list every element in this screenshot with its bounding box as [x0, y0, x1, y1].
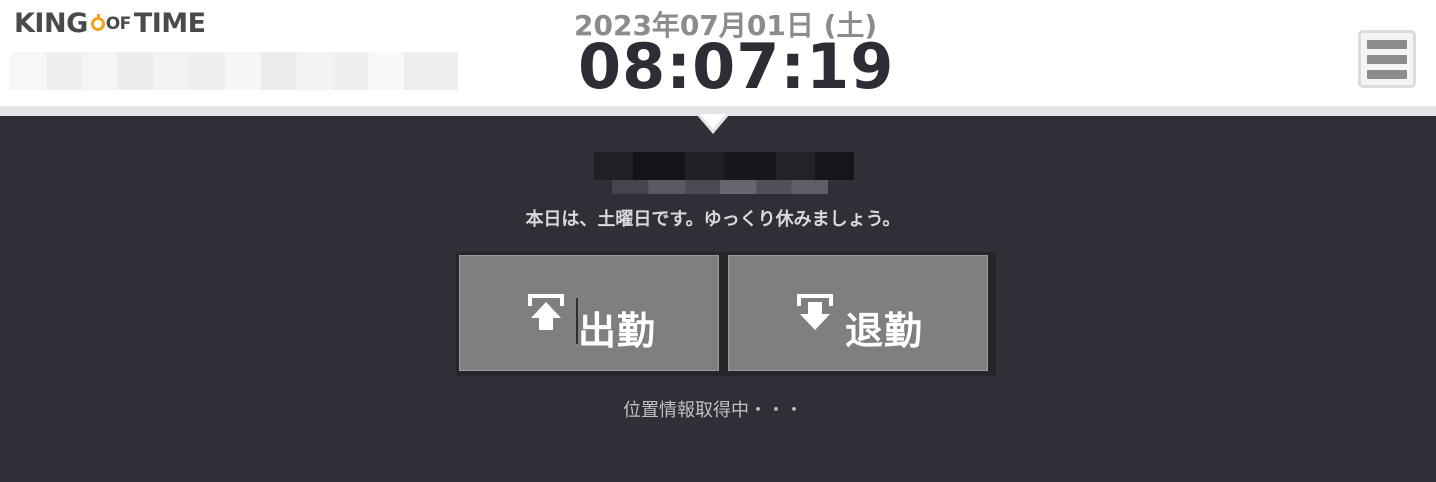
clock-out-arrow-down-icon [797, 294, 833, 330]
king-of-time-logo: KING OF TIME [14, 8, 206, 39]
user-id-redacted [612, 180, 828, 194]
header-pointer-inner [700, 114, 726, 129]
clock-in-arrow-up-icon [528, 294, 564, 330]
header-bar: KING OF TIME 2023年07月01日 (土) 08:07:19 [0, 0, 1436, 116]
logo-stopwatch-icon [90, 13, 105, 31]
logo-text-time: TIME [133, 8, 206, 39]
hamburger-menu-button[interactable] [1358, 30, 1416, 88]
logo-of-mark: OF [90, 13, 132, 34]
clock-out-button[interactable]: 退勤 [728, 255, 988, 371]
logo-text-of: OF [105, 13, 132, 34]
current-time: 08:07:19 [578, 30, 895, 103]
user-name-redacted [594, 152, 854, 180]
punch-button-panel: 出勤 退勤 [456, 252, 996, 376]
clock-out-label: 退勤 [845, 309, 924, 353]
logo-text-king: KING [14, 8, 88, 39]
clock-in-label: 出勤 [578, 309, 657, 353]
greeting-message: 本日は、土曜日です。ゆっくり休みましょう。 [525, 209, 901, 230]
location-status: 位置情報取得中・・・ [623, 400, 803, 421]
clock-in-button[interactable]: 出勤 [459, 255, 719, 371]
hamburger-menu-icon [1367, 39, 1407, 49]
company-name-redacted [10, 52, 458, 90]
